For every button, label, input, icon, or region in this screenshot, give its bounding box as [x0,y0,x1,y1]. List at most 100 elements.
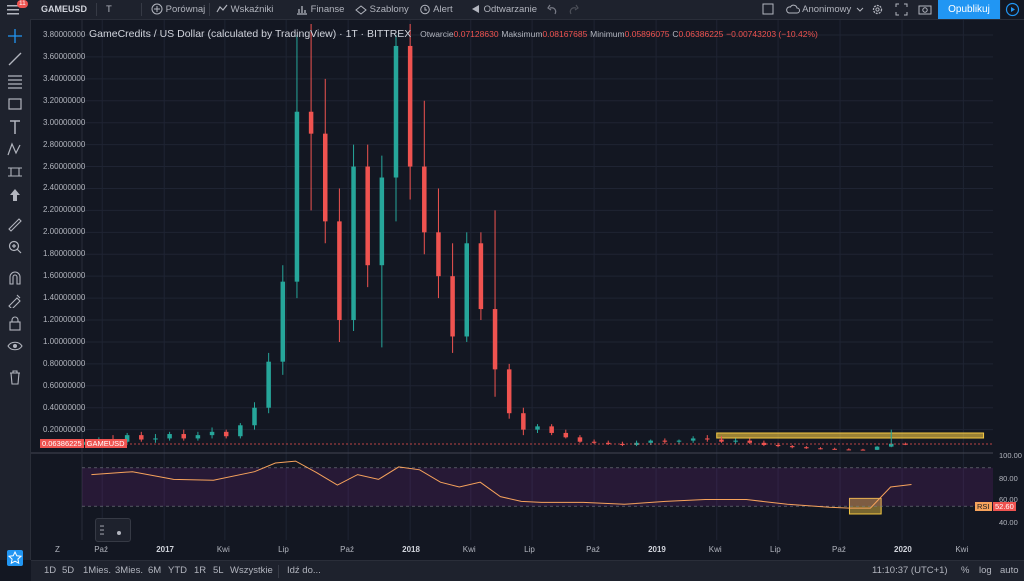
open-value: 0.07128630 [453,29,499,39]
time-axis-label: Kwi [708,545,722,554]
pattern-tool-icon[interactable] [7,141,23,157]
last-price-symbol: GAMEUSD [84,439,127,448]
trash-icon[interactable] [7,369,23,385]
time-axis-label: Paź [586,545,600,554]
rsi-value-badge: 52.60 [993,502,1016,511]
candle-body [195,435,201,439]
indicators-label: Wskaźniki [230,4,274,15]
alert-button[interactable]: Alert [419,0,453,19]
low-label: Minimum [590,29,625,39]
candle-body [351,166,356,321]
price-axis-label: 0.40000000 [43,402,86,412]
candle-body [648,440,653,443]
candle-body [577,437,583,442]
rsi-band [82,467,993,507]
range-button-1r[interactable]: 1R [194,561,206,581]
range-button-wszystkie[interactable]: Wszystkie [230,561,273,581]
gear-icon[interactable] [871,0,884,19]
price-axis-label: 3.00000000 [43,117,86,127]
goto-date-button[interactable]: Idź do... [287,561,321,581]
alarm-clock-icon [419,4,431,15]
finance-button[interactable]: Finanse [296,0,344,19]
fib-levels-icon[interactable] [7,73,23,89]
candle-body [450,276,455,337]
range-button-5l[interactable]: 5L [213,561,224,581]
templates-label: Szablony [369,4,409,15]
candle-body [705,438,710,440]
symbol-search-button[interactable]: GAMEUSD [41,0,87,19]
candle-body [818,448,823,450]
crosshair-icon[interactable] [7,28,23,44]
interval-button[interactable]: T [106,0,112,19]
candle-body [860,449,866,451]
price-chart[interactable] [31,20,993,540]
eye-icon[interactable] [7,338,23,354]
range-button-1mies[interactable]: 1Mies. [83,561,111,581]
indicators-button[interactable]: Wskaźniki [216,0,273,19]
log-scale-toggle[interactable]: log [979,561,992,581]
price-axis-label: 1.80000000 [43,249,86,259]
time-axis-label: Lip [770,545,781,554]
undo-icon[interactable] [546,0,558,19]
price-axis-label: 3.40000000 [43,73,86,83]
time-axis-label: Kwi [462,545,476,554]
chevron-down-icon[interactable] [856,0,864,19]
expand-icon[interactable] [895,0,908,19]
range-button-1d[interactable]: 1D [44,561,56,581]
publish-button[interactable]: Opublikuj [938,0,1000,19]
templates-button[interactable]: Szablony [355,0,409,19]
plus-circle-icon [151,3,163,15]
range-button-5d[interactable]: 5D [62,561,74,581]
candle-body [266,361,271,408]
close-value: 0.06386225 [678,29,724,39]
redo-icon[interactable] [568,0,580,19]
finance-icon [296,4,308,16]
zoom-in-icon[interactable] [7,239,23,255]
text-tool-icon[interactable] [7,119,23,135]
price-axis-label: 1.60000000 [43,271,86,281]
lock-icon[interactable] [7,315,23,331]
rsi-axis-40: 40.00 [999,518,1018,527]
compare-button[interactable]: Porównaj [151,0,205,19]
candle-body [167,434,172,439]
auto-scale-toggle[interactable]: auto [1000,561,1019,581]
price-axis-label: 2.40000000 [43,183,86,193]
replay-button[interactable]: Odtwarzanie [469,0,537,19]
candle-body [393,45,399,178]
trend-line-icon[interactable] [7,51,23,67]
fullscreen-layout-icon[interactable] [762,0,774,19]
time-axis-label: Kwi [216,545,230,554]
star-icon[interactable] [7,550,23,566]
candle-body [478,243,484,310]
chart-title: GameCredits / US Dollar (calculated by T… [89,28,412,40]
layout-name-button[interactable]: Anonimowy [786,0,851,19]
rectangle-tool-icon[interactable] [7,96,23,112]
arrow-up-icon[interactable] [7,187,23,203]
candle-body [252,407,257,426]
candle-body [874,446,880,450]
play-icon[interactable] [1001,0,1024,19]
dot-icon[interactable] [116,527,122,539]
time-axis-label: Paź [340,545,354,554]
camera-icon[interactable] [918,0,932,19]
candle-body [337,221,342,321]
last-price-value: 0.06386225 [40,439,84,448]
stay-in-drawing-mode-icon[interactable] [7,292,23,310]
prediction-tool-icon[interactable] [7,164,23,180]
chart-legend: GameCredits / US Dollar (calculated by T… [89,28,818,40]
candle-body [223,431,229,437]
price-scale[interactable] [993,20,1024,540]
range-button-ytd[interactable]: YTD [168,561,187,581]
candle-body [181,434,186,439]
magnet-icon[interactable] [7,270,23,286]
range-button-3mies[interactable]: 3Mies. [115,561,143,581]
candle-body [719,439,724,442]
floating-toolbar[interactable] [95,518,131,542]
ruler-icon[interactable] [7,217,23,233]
range-button-6m[interactable]: 6M [148,561,161,581]
time-axis-label: 2018 [402,545,420,554]
price-axis-label: 2.20000000 [43,205,86,215]
drag-handle-icon[interactable] [100,525,104,538]
timezone-z-button[interactable]: Z [55,545,60,554]
percent-scale-toggle[interactable]: % [961,561,969,581]
